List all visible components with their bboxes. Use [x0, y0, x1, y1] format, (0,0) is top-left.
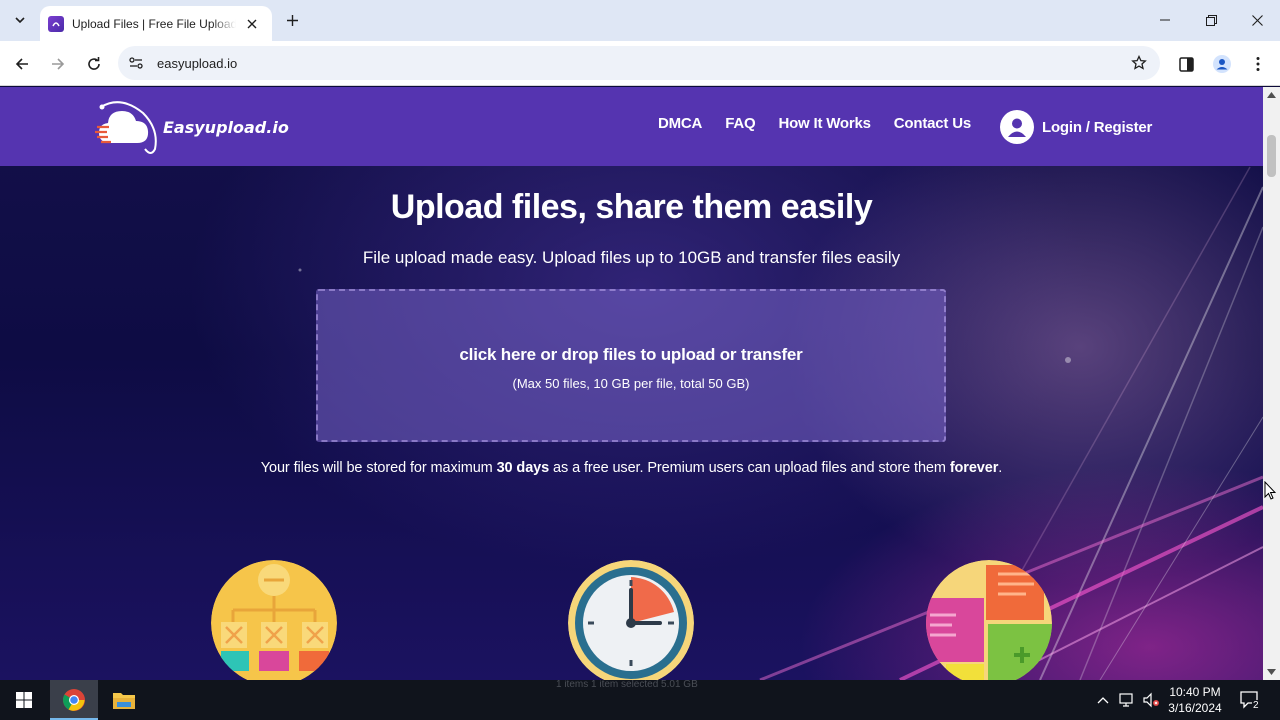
profile-button[interactable] — [1207, 49, 1237, 79]
tab-favicon-icon — [48, 15, 64, 32]
scroll-thumb[interactable] — [1267, 135, 1276, 177]
more-vertical-icon — [1256, 57, 1260, 71]
restore-button[interactable] — [1188, 6, 1234, 34]
browser-menu-button[interactable] — [1243, 49, 1273, 79]
upload-dropzone[interactable]: click here or drop files to upload or tr… — [316, 289, 946, 442]
profile-icon — [1213, 55, 1231, 73]
url-text: easyupload.io — [157, 55, 238, 71]
browser-tab-bar: Upload Files | Free File Upload and Tran… — [0, 0, 1280, 41]
puzzle-icon — [926, 560, 1052, 680]
browser-tab-active[interactable]: Upload Files | Free File Upload and Tran… — [40, 6, 272, 41]
storage-note: Your files will be stored for maximum 30… — [0, 460, 1263, 476]
site-header: Easyupload.io DMCA FAQ How It Works Cont… — [0, 87, 1263, 166]
storage-forever: forever — [949, 460, 999, 476]
side-panel-button[interactable] — [1171, 49, 1201, 79]
address-bar[interactable]: easyupload.io — [118, 46, 1160, 80]
hero-subtitle: File upload made easy. Upload files up t… — [362, 248, 901, 267]
chevron-down-icon — [15, 17, 25, 24]
scroll-down-arrow-icon[interactable] — [1267, 667, 1276, 676]
taskbar-chrome[interactable] — [50, 680, 98, 720]
tab-title: Upload Files | Free File Upload and Tran… — [72, 16, 236, 31]
dropzone-limits: (Max 50 files, 10 GB per file, total 50 … — [512, 376, 750, 391]
taskbar-file-explorer[interactable] — [100, 680, 148, 720]
nav-link-faq[interactable]: FAQ — [725, 115, 755, 132]
side-panel-icon — [1178, 56, 1194, 72]
minimize-icon — [1160, 19, 1170, 21]
back-button[interactable] — [7, 49, 37, 79]
browser-toolbar: easyupload.io — [0, 41, 1280, 86]
cloud-logo-icon — [95, 101, 157, 154]
site-nav: DMCA FAQ How It Works Contact Us — [658, 115, 994, 132]
tab-search-button[interactable] — [8, 8, 32, 32]
storage-note-text: Your files will be stored for maximum — [260, 460, 497, 476]
bookmark-star-icon[interactable] — [1130, 54, 1148, 72]
login-register-link[interactable]: Login / Register — [1000, 110, 1152, 144]
login-label: Login / Register — [1042, 118, 1153, 136]
explorer-status-bar: 1 items 1 item selected 5.01 GB — [556, 680, 698, 690]
show-hidden-icons-button[interactable] — [1093, 680, 1113, 720]
start-button[interactable] — [0, 680, 48, 720]
notification-count: 2 — [1252, 700, 1260, 711]
clock-time: 10:40 PM — [1169, 685, 1221, 699]
windows-taskbar: 1 items 1 item selected 5.01 GB 10:40 PM… — [0, 680, 1280, 720]
network-icon[interactable] — [1116, 680, 1138, 720]
plus-icon — [286, 14, 298, 26]
action-center-button[interactable]: 2 — [1236, 680, 1264, 720]
hero-title: Upload files, share them easily — [390, 188, 873, 226]
site-info-icon[interactable] — [122, 49, 150, 77]
chevron-up-icon — [1097, 697, 1109, 704]
tab-close-icon[interactable] — [244, 16, 260, 32]
reload-icon — [88, 57, 100, 70]
nav-link-how-it-works[interactable]: How It Works — [778, 115, 871, 132]
arrow-left-icon — [15, 58, 28, 70]
taskbar-clock[interactable]: 10:40 PM 3/16/2024 — [1160, 684, 1230, 716]
clock-date: 3/16/2024 — [1168, 701, 1222, 715]
folder-icon — [113, 693, 135, 709]
mouse-cursor-icon — [1264, 481, 1276, 500]
nav-link-contact-us[interactable]: Contact Us — [894, 115, 971, 132]
windows-logo-icon — [16, 692, 32, 708]
site-logo[interactable]: Easyupload.io — [95, 99, 289, 155]
scroll-up-arrow-icon[interactable] — [1267, 90, 1276, 99]
page-viewport: Easyupload.io DMCA FAQ How It Works Cont… — [0, 87, 1263, 680]
storage-note-text-2: as a free user. Premium users can upload… — [549, 460, 950, 476]
arrow-right-icon — [52, 58, 65, 70]
chrome-icon — [63, 689, 85, 711]
forward-button[interactable] — [43, 49, 73, 79]
dropzone-label: click here or drop files to upload or tr… — [459, 345, 803, 364]
page-scrollbar[interactable] — [1263, 87, 1280, 680]
storage-note-end: . — [998, 460, 1003, 476]
nav-link-dmca[interactable]: DMCA — [658, 115, 702, 132]
restore-icon — [1205, 14, 1217, 26]
close-icon — [1251, 14, 1263, 26]
user-icon — [1000, 110, 1034, 144]
storage-days: 30 days — [496, 460, 550, 476]
new-tab-button[interactable] — [280, 8, 304, 32]
logo-text: Easyupload.io — [163, 117, 289, 137]
volume-muted-icon[interactable] — [1140, 680, 1162, 720]
close-window-button[interactable] — [1234, 6, 1280, 34]
sitemap-icon — [211, 560, 337, 680]
reload-button[interactable] — [79, 49, 109, 79]
clock-icon — [568, 560, 694, 680]
minimize-button[interactable] — [1142, 6, 1188, 34]
